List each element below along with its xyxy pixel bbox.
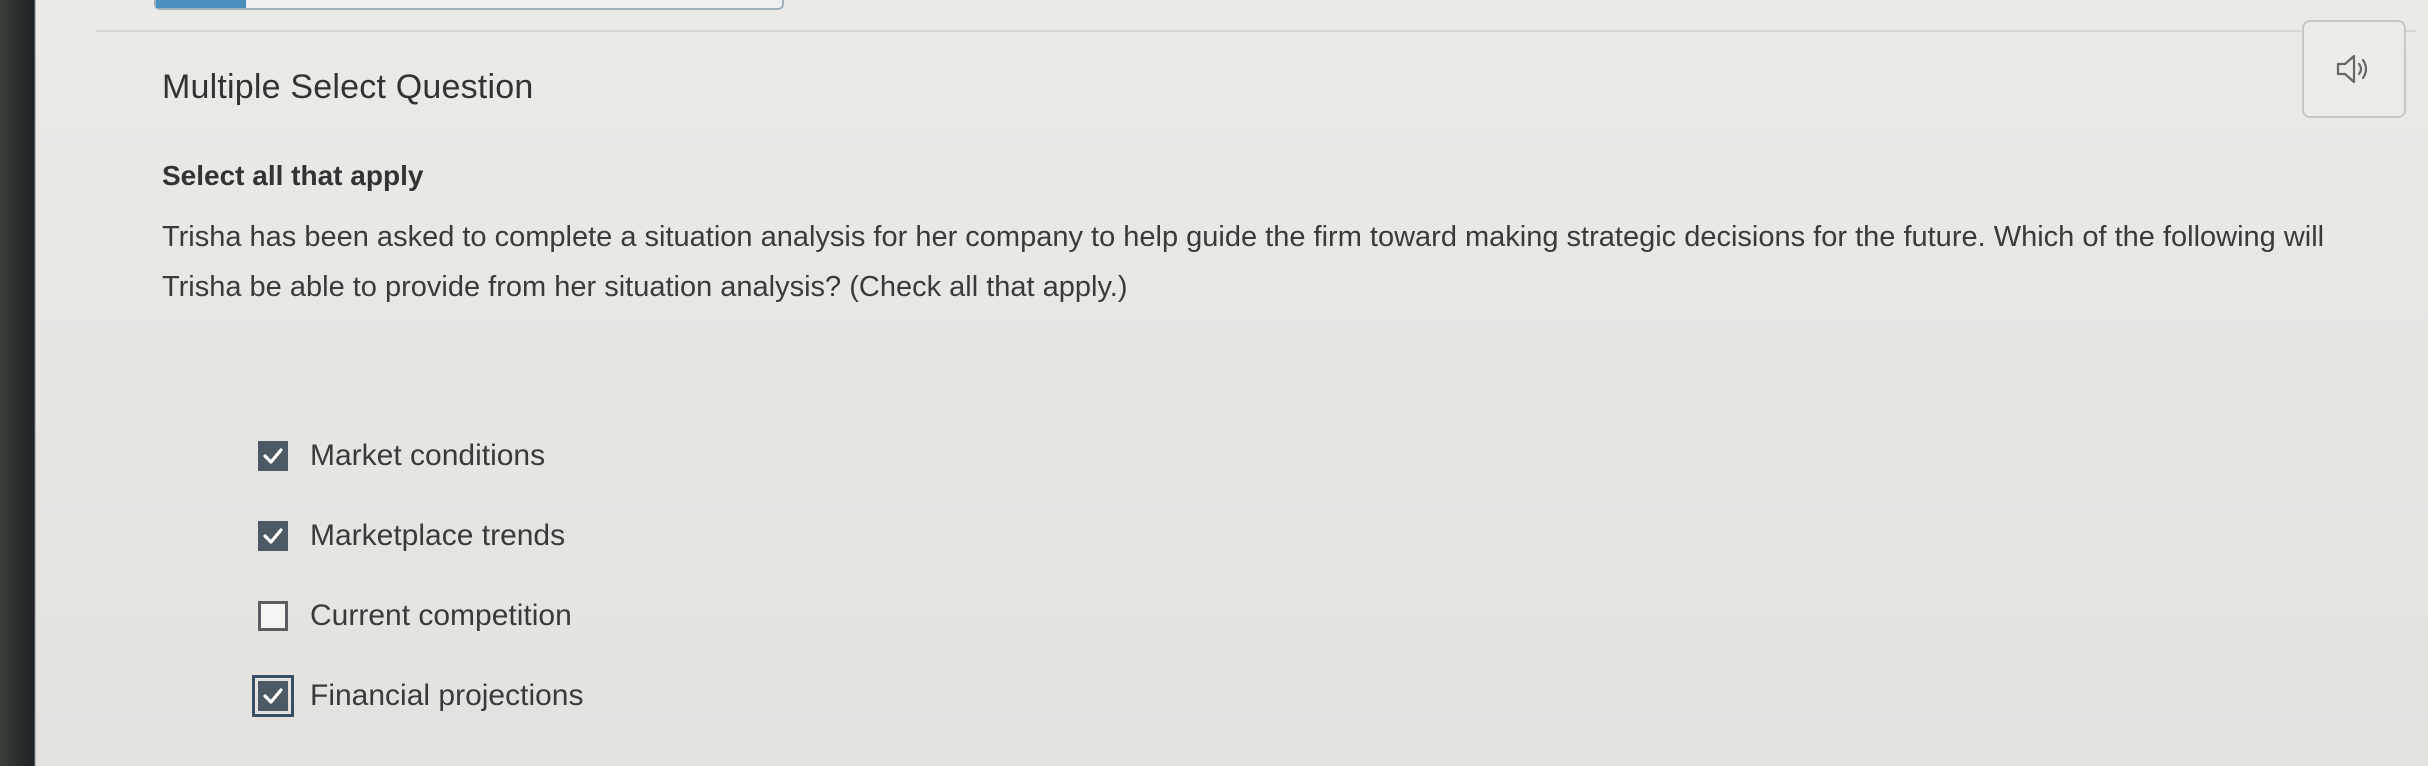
answer-options: Market conditions Marketplace trends Cur…: [252, 436, 584, 756]
question-screen: Multiple Select Question Select all that…: [36, 0, 2428, 766]
top-divider: [96, 30, 2416, 32]
option-marketplace-trends[interactable]: Marketplace trends: [258, 516, 583, 556]
checkmark-icon: [263, 448, 283, 464]
instruction-text: Select all that apply: [162, 160, 424, 191]
progress-tab-fill: [156, 0, 246, 8]
option-label: Marketplace trends: [310, 519, 566, 552]
option-label: Current competition: [310, 599, 572, 632]
checkmark-icon: [263, 528, 283, 544]
checkmark-icon: [263, 688, 283, 704]
speaker-icon: [2336, 54, 2368, 84]
checkbox-checked[interactable]: [252, 675, 294, 717]
progress-tab[interactable]: [154, 0, 784, 10]
read-aloud-button[interactable]: [2302, 20, 2406, 118]
checkbox-unchecked[interactable]: [258, 601, 288, 631]
option-label: Market conditions: [310, 439, 546, 472]
question-prompt: Trisha has been asked to complete a situ…: [162, 221, 2325, 303]
question-type-title: Multiple Select Question: [162, 68, 534, 106]
option-financial-projections[interactable]: Financial projections: [252, 675, 584, 717]
option-label: Financial projections: [310, 679, 584, 712]
option-current-competition[interactable]: Current competition: [258, 596, 583, 636]
option-market-conditions[interactable]: Market conditions: [258, 436, 583, 476]
checkbox-checked[interactable]: [258, 521, 288, 551]
checkbox-checked[interactable]: [258, 441, 288, 471]
